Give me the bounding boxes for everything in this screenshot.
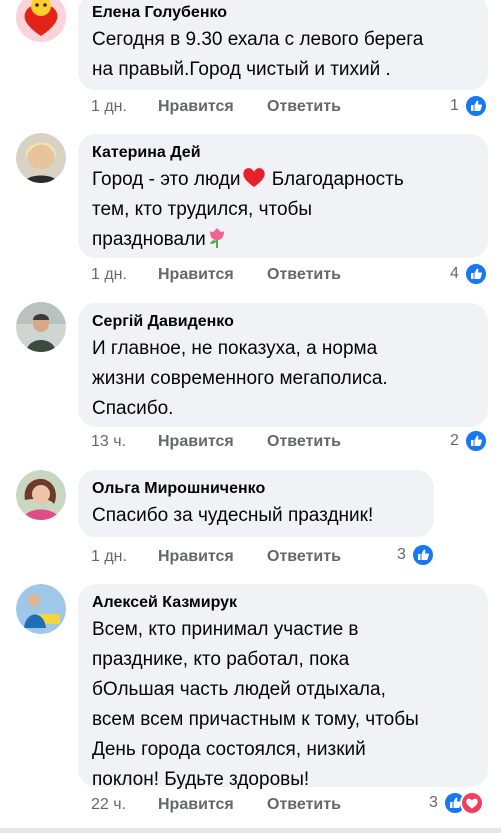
reply-link[interactable]: Ответить: [267, 97, 341, 117]
author-name[interactable]: Елена Голубенко: [92, 3, 474, 23]
thumbs-up-icon: [464, 429, 489, 453]
reply-link[interactable]: Ответить: [267, 547, 341, 567]
avatar[interactable]: [16, 302, 66, 352]
author-name[interactable]: Ольга Мирошниченко: [92, 479, 420, 499]
comment-bubble: Сергій Давиденко И главное, не показуха,…: [78, 303, 488, 427]
author-name[interactable]: Катерина Дей: [92, 143, 474, 163]
like-link[interactable]: Нравится: [158, 547, 234, 567]
reaction-count: 1: [450, 97, 459, 114]
thumbs-up-icon: [464, 262, 489, 286]
comment-text: И главное, не показуха, а норма жизни со…: [92, 338, 388, 419]
timestamp[interactable]: 22 ч.: [91, 795, 126, 815]
author-name[interactable]: Сергій Давиденко: [92, 312, 474, 332]
comment-bubble: Алексей Казмирук Всем, кто принимал учас…: [78, 584, 488, 790]
reply-link[interactable]: Ответить: [267, 795, 341, 815]
reaction-count: 3: [429, 794, 438, 811]
reaction-summary[interactable]: 3: [397, 543, 436, 567]
reaction-count: 4: [450, 265, 459, 282]
heart-icon: [460, 791, 485, 815]
avatar[interactable]: [16, 133, 66, 183]
thumbs-up-icon: [464, 94, 489, 118]
like-link[interactable]: Нравится: [158, 795, 234, 815]
comment-bubble: Елена Голубенко Сегодня в 9.30 ехала с л…: [78, 0, 488, 90]
author-name[interactable]: Алексей Казмирук: [92, 593, 474, 613]
reaction-count: 3: [397, 546, 406, 563]
reaction-count: 2: [450, 432, 459, 449]
reply-link[interactable]: Ответить: [267, 265, 341, 285]
comment-text: Сегодня в 9.30 ехала с левого берега на …: [92, 29, 424, 80]
comment-text: Спасибо за чудесный праздник!: [92, 505, 374, 526]
like-link[interactable]: Нравится: [158, 265, 234, 285]
timestamp[interactable]: 1 дн.: [91, 265, 127, 285]
reaction-summary[interactable]: 4: [450, 262, 489, 286]
avatar[interactable]: [16, 470, 66, 520]
comment-text-part: Город - это люди: [92, 169, 241, 190]
thumbs-up-icon: [411, 543, 436, 567]
comment-text: Город - это люди Благодарность тем, кто …: [92, 165, 474, 255]
like-link[interactable]: Нравится: [158, 432, 234, 452]
like-link[interactable]: Нравится: [158, 97, 234, 117]
timestamp[interactable]: 13 ч.: [91, 432, 126, 452]
avatar[interactable]: [16, 584, 66, 634]
avatar[interactable]: [16, 0, 66, 42]
comment-text: Всем, кто принимал участие в празднике, …: [92, 619, 419, 790]
red-heart-emoji: [241, 166, 267, 188]
reply-link[interactable]: Ответить: [267, 432, 341, 452]
timestamp[interactable]: 1 дн.: [91, 547, 127, 567]
comment-bubble: Катерина Дей Город - это люди Благодарно…: [78, 134, 488, 258]
reaction-summary[interactable]: 1: [450, 94, 489, 118]
divider: [0, 828, 501, 833]
timestamp[interactable]: 1 дн.: [91, 97, 127, 117]
tulip-emoji: [206, 225, 228, 249]
comment-bubble: Ольга Мирошниченко Спасибо за чудесный п…: [78, 470, 434, 537]
reaction-summary[interactable]: 3: [429, 791, 485, 815]
reaction-summary[interactable]: 2: [450, 429, 489, 453]
